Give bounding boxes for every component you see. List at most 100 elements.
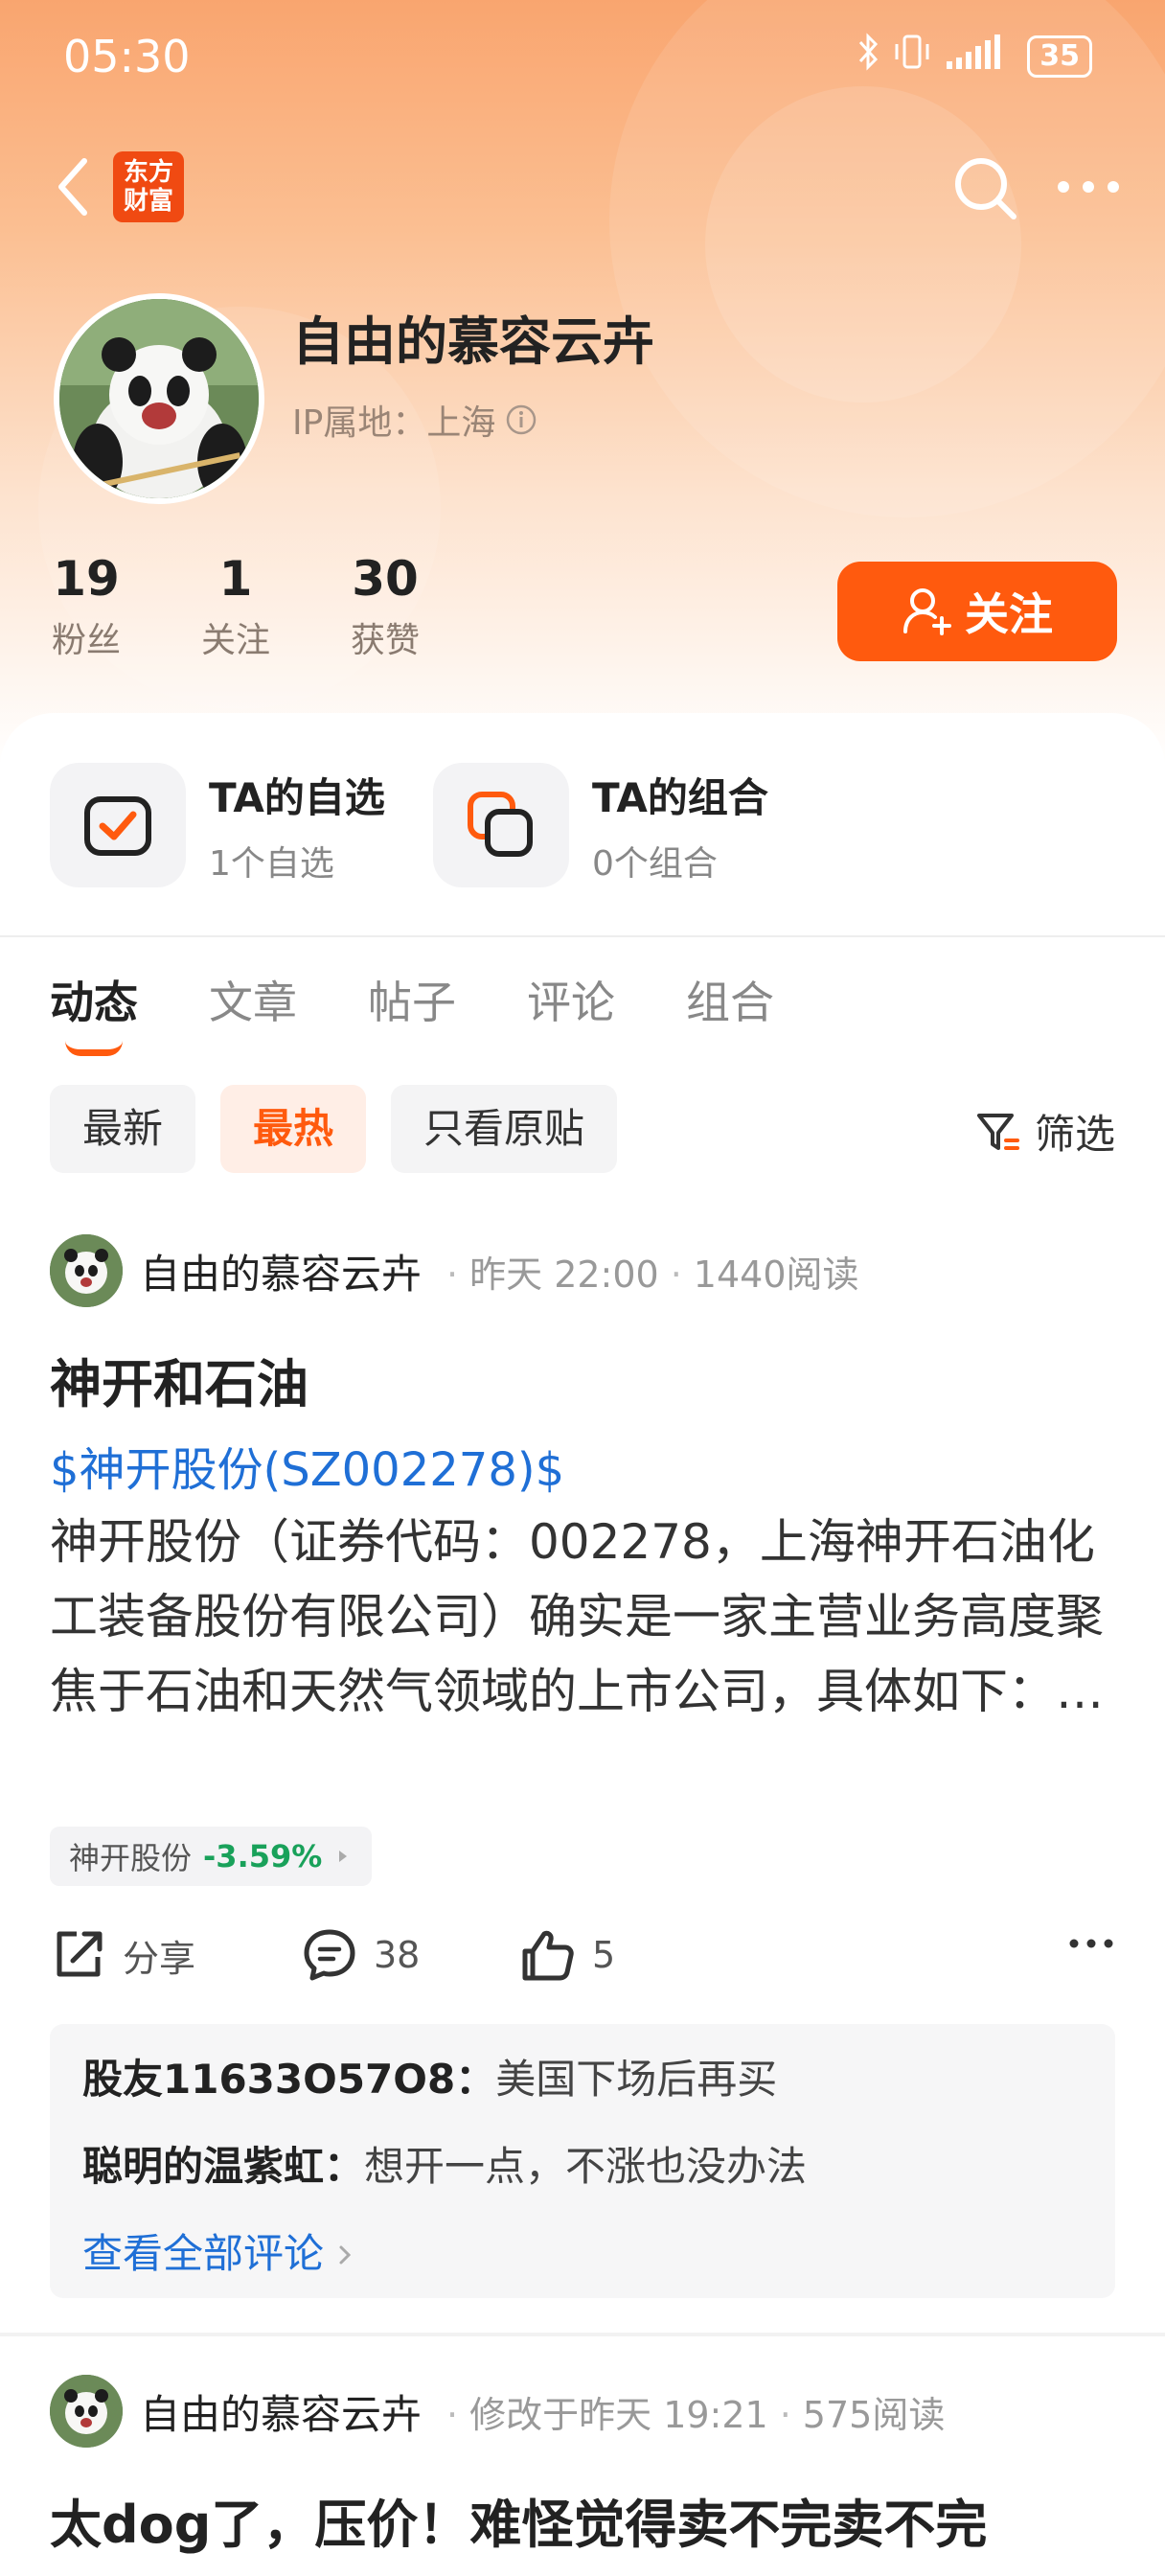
share-label: 分享: [123, 1937, 196, 1980]
battery-indicator: 35: [1027, 34, 1092, 78]
post-author[interactable]: 自由的慕容云卉: [140, 1242, 422, 1300]
comment-item: 聪明的温紫虹：想开一点，不涨也没办法: [82, 2134, 1083, 2193]
info-icon[interactable]: [505, 403, 537, 436]
filter-chip-latest[interactable]: 最新: [50, 1085, 196, 1173]
post-time: 昨天 22:00: [469, 1253, 659, 1296]
comment-count: 38: [374, 1934, 421, 1976]
comment-button[interactable]: 38: [301, 1926, 420, 1984]
watchlist-icon-box: [50, 763, 186, 887]
quick-link-portfolio[interactable]: TA的组合 0个组合: [433, 763, 768, 887]
more-options-button[interactable]: [1050, 163, 1127, 211]
filter-chips: 最新 最热 只看原贴: [50, 1085, 618, 1173]
signal-icon: [945, 33, 1014, 80]
filter-chip-original[interactable]: 只看原贴: [391, 1085, 618, 1173]
chevron-right-icon: [339, 2245, 352, 2265]
filter-chip-hot[interactable]: 最热: [220, 1085, 367, 1173]
status-bar: 05:30 35: [0, 0, 1165, 125]
quick-link-watchlist[interactable]: TA的自选 1个自选: [50, 763, 385, 887]
see-all-comments-link[interactable]: 查看全部评论: [82, 2221, 1083, 2280]
tab-comments[interactable]: 评论: [527, 968, 615, 1031]
post-header: 自由的慕容云卉 · 昨天 22:00 · 1440阅读: [50, 1234, 859, 1307]
filter-button-label: 筛选: [1034, 1111, 1115, 1158]
content-tabs: 动态 文章 帖子 评论 组合: [50, 968, 845, 1056]
app-logo: 东方 财富: [113, 151, 184, 222]
stock-tag-change: -3.59%: [203, 1838, 323, 1874]
comment-preview[interactable]: 股友11633O57O8：美国下场后再买 聪明的温紫虹：想开一点，不涨也没办法 …: [50, 2024, 1115, 2298]
post-separator: [0, 2333, 1165, 2336]
quick-link-title: TA的自选: [209, 773, 385, 821]
post-title[interactable]: 太dog了，压价！难怪觉得卖不完卖不完: [50, 2482, 987, 2558]
comment-user[interactable]: 股友11633O57O8：: [82, 2056, 495, 2103]
follow-button[interactable]: 关注: [837, 562, 1117, 661]
stock-tag[interactable]: 神开股份 -3.59%: [50, 1827, 373, 1886]
ip-location-label: IP属地：上海: [292, 403, 496, 443]
comment-item: 股友11633O57O8：美国下场后再买: [82, 2047, 1083, 2105]
divider: [0, 935, 1165, 937]
like-count: 5: [592, 1934, 616, 1976]
comment-text: 美国下场后再买: [495, 2056, 778, 2103]
stat-fans[interactable]: 19 粉丝: [50, 551, 123, 662]
stat-likes[interactable]: 30 获赞: [349, 551, 422, 662]
profile-name: 自由的慕容云卉: [292, 311, 654, 372]
add-user-icon: [903, 588, 951, 635]
avatar[interactable]: [54, 293, 264, 504]
filter-funnel-icon: [976, 1113, 1019, 1150]
vibrate-icon: [893, 33, 931, 80]
comment-user[interactable]: 聪明的温紫虹：: [82, 2143, 364, 2190]
comment-text: 想开一点，不涨也没办法: [364, 2143, 808, 2190]
chevron-left-icon: [58, 158, 87, 216]
post-meta: · 昨天 22:00 · 1440阅读: [446, 1253, 859, 1296]
overlapping-squares-icon: [468, 792, 533, 857]
tab-portfolios[interactable]: 组合: [686, 968, 774, 1031]
stock-tag-name: 神开股份: [69, 1840, 193, 1876]
stock-link[interactable]: $神开股份(SZ002278)$: [50, 1432, 564, 1499]
post-author[interactable]: 自由的慕容云卉: [140, 2382, 422, 2441]
search-button[interactable]: [948, 151, 1021, 224]
post-meta: · 修改于昨天 19:21 · 575阅读: [446, 2393, 946, 2436]
status-time: 05:30: [63, 31, 191, 82]
panda-avatar-image: [50, 1234, 123, 1307]
stat-label: 粉丝: [51, 621, 121, 660]
triangle-right-icon: [339, 1851, 348, 1862]
bluetooth-icon: [857, 33, 879, 80]
post-reads: 575阅读: [802, 2393, 946, 2436]
portfolio-icon-box: [433, 763, 569, 887]
search-icon: [955, 158, 1017, 219]
decor-circle: [705, 86, 1021, 402]
tab-posts[interactable]: 帖子: [368, 968, 456, 1031]
ip-location: IP属地：上海: [292, 395, 537, 445]
stat-label: 获赞: [350, 621, 420, 660]
panda-avatar-image: [50, 2375, 123, 2448]
quick-link-title: TA的组合: [592, 773, 768, 821]
share-button[interactable]: 分享: [50, 1926, 195, 1984]
top-nav: 东方 财富: [0, 144, 1165, 230]
share-icon: [57, 1931, 103, 1977]
stat-number: 19: [53, 551, 120, 607]
comment-bubble-icon: [304, 1929, 355, 1981]
more-dots-icon: [1069, 1939, 1113, 1948]
quick-link-subtitle: 1个自选: [209, 843, 334, 884]
follow-button-label: 关注: [965, 588, 1053, 640]
author-avatar[interactable]: [50, 1234, 123, 1307]
author-avatar[interactable]: [50, 2375, 123, 2448]
filter-button[interactable]: 筛选: [973, 1102, 1115, 1161]
stat-following[interactable]: 1 关注: [199, 551, 272, 662]
post-body[interactable]: 神开股份（证券代码：002278，上海神开石油化工装备股份有限公司）确实是一家主…: [50, 1505, 1132, 1729]
post-actions: 分享 38 5: [50, 1926, 1115, 1993]
panda-avatar-image: [59, 299, 259, 498]
back-button[interactable]: [50, 153, 98, 220]
quick-link-subtitle: 0个组合: [592, 843, 718, 884]
post-title[interactable]: 神开和石油: [50, 1342, 308, 1417]
more-dots-icon: [1058, 181, 1119, 193]
like-button[interactable]: 5: [519, 1926, 615, 1984]
stat-number: 30: [352, 551, 419, 607]
post-reads: 1440阅读: [693, 1253, 859, 1296]
checked-box-icon: [84, 796, 151, 856]
post-header: 自由的慕容云卉 · 修改于昨天 19:21 · 575阅读: [50, 2375, 945, 2448]
thumbs-up-icon: [522, 1930, 574, 1981]
tab-dynamics[interactable]: 动态: [50, 968, 138, 1056]
active-tab-indicator: [65, 1041, 123, 1056]
status-icons: 35: [857, 33, 1092, 80]
tab-articles[interactable]: 文章: [209, 968, 297, 1031]
post-more-button[interactable]: [1067, 1934, 1115, 1953]
